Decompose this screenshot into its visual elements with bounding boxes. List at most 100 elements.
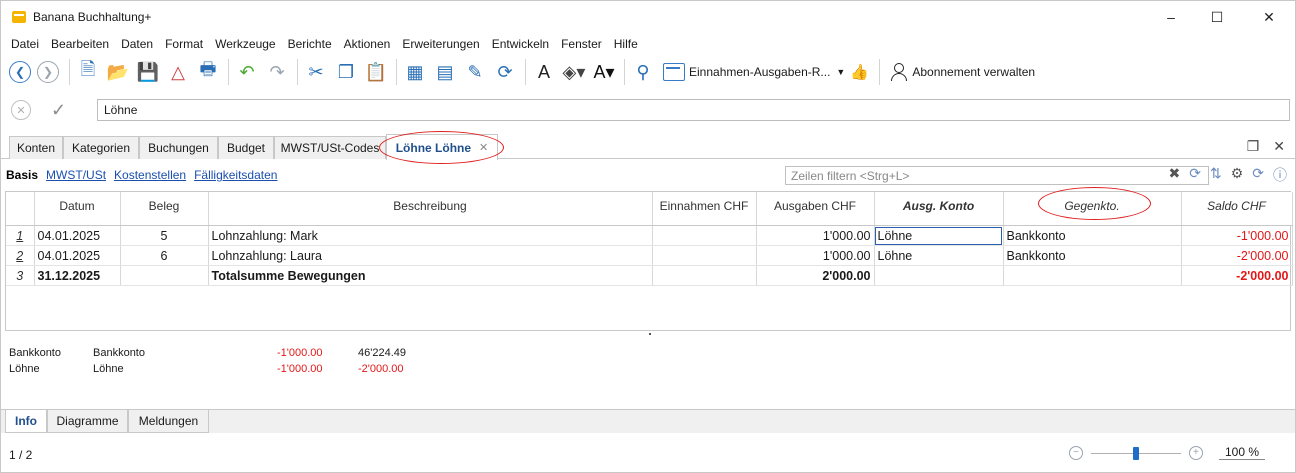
- forward-icon[interactable]: ❯: [37, 61, 59, 83]
- cancel-edit-icon[interactable]: ✕: [11, 100, 31, 120]
- table-row[interactable]: 1 04.01.2025 5 Lohnzahlung: Mark 1'000.0…: [6, 225, 1293, 246]
- menu-bearbeiten[interactable]: Bearbeiten: [45, 37, 115, 51]
- menu-entwickeln[interactable]: Entwickeln: [486, 37, 555, 51]
- zoom-out-icon[interactable]: −: [1068, 445, 1083, 460]
- insert-rows-icon[interactable]: ▤: [431, 58, 459, 86]
- cell-date[interactable]: 31.12.2025: [34, 265, 121, 286]
- view-mwst[interactable]: MWST/USt: [46, 168, 106, 182]
- copy-icon[interactable]: ❐: [332, 58, 360, 86]
- tab-mwst-codes[interactable]: MWST/USt-Codes: [274, 136, 386, 159]
- tab-budget[interactable]: Budget: [218, 136, 274, 159]
- add-row-icon[interactable]: ▦: [401, 58, 429, 86]
- recalculate-icon[interactable]: ⟳: [491, 58, 519, 86]
- cell-account[interactable]: Löhne: [874, 225, 1004, 246]
- cell-contra[interactable]: Bankkonto: [1003, 245, 1182, 266]
- row-number[interactable]: 3: [6, 265, 35, 286]
- redo-icon[interactable]: ↷: [263, 58, 291, 86]
- zoom-slider[interactable]: [1090, 446, 1181, 460]
- thumbs-up-icon[interactable]: 👍: [845, 58, 873, 86]
- cell-account[interactable]: [874, 265, 1004, 286]
- cell-date[interactable]: 04.01.2025: [34, 225, 121, 246]
- cell-balance[interactable]: -2'000.00: [1181, 245, 1293, 266]
- col-header-ausg-konto[interactable]: Ausg. Konto: [874, 192, 1004, 226]
- cell-doc[interactable]: 6: [120, 245, 209, 266]
- filter-input[interactable]: Zeilen filtern <Strg+L>: [785, 166, 1209, 185]
- tab-diagramme[interactable]: Diagramme: [47, 410, 128, 433]
- cell-income[interactable]: [652, 225, 757, 246]
- close-tab-icon[interactable]: ✕: [479, 141, 488, 154]
- zoom-slider-knob[interactable]: [1132, 446, 1139, 460]
- minimize-button[interactable]: –: [1148, 1, 1194, 33]
- print-icon[interactable]: 🖶: [194, 58, 222, 86]
- close-button[interactable]: ✕: [1246, 1, 1292, 33]
- view-basis[interactable]: Basis: [6, 168, 38, 182]
- menu-aktionen[interactable]: Aktionen: [338, 37, 397, 51]
- cell-account[interactable]: Löhne: [874, 245, 1004, 266]
- menu-daten[interactable]: Daten: [115, 37, 159, 51]
- col-header-gegenkonto[interactable]: Gegenkto.: [1003, 192, 1182, 226]
- cell-description[interactable]: Lohnzahlung: Mark: [208, 225, 653, 246]
- undo-icon[interactable]: ↶: [233, 58, 261, 86]
- search-icon[interactable]: ⚲: [629, 58, 657, 86]
- cell-income[interactable]: [652, 245, 757, 266]
- cell-edit-field[interactable]: Löhne: [97, 99, 1290, 121]
- cell-expense[interactable]: 1'000.00: [756, 245, 875, 266]
- tab-konten[interactable]: Konten: [9, 136, 63, 159]
- open-folder-icon[interactable]: 📂: [104, 58, 132, 86]
- fill-color-icon[interactable]: ◈▾: [560, 58, 588, 86]
- cell-contra[interactable]: [1003, 265, 1182, 286]
- cell-description[interactable]: Totalsumme Bewegungen: [208, 265, 653, 286]
- cell-doc[interactable]: [120, 265, 209, 286]
- menu-werkzeuge[interactable]: Werkzeuge: [209, 37, 281, 51]
- report-dropdown[interactable]: Einnahmen-Ausgaben-R... ▼: [663, 59, 845, 85]
- cell-expense[interactable]: 2'000.00: [756, 265, 875, 286]
- cut-icon[interactable]: ✂: [302, 58, 330, 86]
- save-icon[interactable]: 💾: [134, 58, 162, 86]
- edit-icon[interactable]: ✎: [461, 58, 489, 86]
- close-view-icon[interactable]: ✕: [1273, 138, 1285, 155]
- menu-datei[interactable]: Datei: [5, 37, 45, 51]
- font-icon[interactable]: A: [530, 58, 558, 86]
- tab-info[interactable]: Info: [5, 410, 47, 433]
- col-header-beleg[interactable]: Beleg: [120, 192, 209, 226]
- table-row-total[interactable]: 3 31.12.2025 Totalsumme Bewegungen 2'000…: [6, 265, 1293, 286]
- cell-contra[interactable]: Bankkonto: [1003, 225, 1182, 246]
- row-number[interactable]: 2: [6, 245, 35, 266]
- menu-format[interactable]: Format: [159, 37, 209, 51]
- col-header-beschreibung[interactable]: Beschreibung: [208, 192, 653, 226]
- col-header-einnahmen[interactable]: Einnahmen CHF: [652, 192, 757, 226]
- zoom-level[interactable]: 100 %: [1218, 445, 1265, 460]
- pdf-icon[interactable]: △: [164, 58, 192, 86]
- clear-filter-icon[interactable]: ✖: [1169, 165, 1181, 185]
- menu-fenster[interactable]: Fenster: [555, 37, 608, 51]
- splitter-handle[interactable]: [649, 333, 651, 335]
- cell-description[interactable]: Lohnzahlung: Laura: [208, 245, 653, 266]
- cell-expense[interactable]: 1'000.00: [756, 225, 875, 246]
- menu-hilfe[interactable]: Hilfe: [608, 37, 644, 51]
- settings-icon[interactable]: ⚙: [1231, 165, 1244, 185]
- col-header-datum[interactable]: Datum: [34, 192, 121, 226]
- help-icon[interactable]: ⓘ: [1273, 165, 1287, 185]
- view-kostenstellen[interactable]: Kostenstellen: [114, 168, 186, 182]
- zoom-in-icon[interactable]: +: [1188, 445, 1203, 460]
- back-icon[interactable]: ❮: [9, 61, 31, 83]
- sort-icon[interactable]: ⇅: [1210, 165, 1222, 185]
- view-faelligkeitsdaten[interactable]: Fälligkeitsdaten: [194, 168, 277, 182]
- paste-icon[interactable]: 📋: [362, 58, 390, 86]
- maximize-button[interactable]: ☐: [1194, 1, 1240, 33]
- tab-kategorien[interactable]: Kategorien: [63, 136, 139, 159]
- recalc-icon[interactable]: ⟳: [1252, 165, 1264, 185]
- tab-loehne[interactable]: Löhne Löhne ✕: [386, 134, 498, 160]
- confirm-edit-icon[interactable]: ✓: [51, 100, 66, 121]
- cell-date[interactable]: 04.01.2025: [34, 245, 121, 266]
- cell-balance[interactable]: -2'000.00: [1181, 265, 1293, 286]
- subscription-button[interactable]: Abonnement verwalten: [890, 63, 1035, 81]
- col-header-ausgaben[interactable]: Ausgaben CHF: [756, 192, 875, 226]
- tab-buchungen[interactable]: Buchungen: [139, 136, 218, 159]
- new-file-icon[interactable]: 🗎: [74, 58, 102, 86]
- row-number[interactable]: 1: [6, 225, 35, 246]
- table-row[interactable]: 2 04.01.2025 6 Lohnzahlung: Laura 1'000.…: [6, 245, 1293, 266]
- tab-meldungen[interactable]: Meldungen: [128, 410, 209, 433]
- refresh-filter-icon[interactable]: ⟳: [1189, 165, 1201, 185]
- col-header-saldo[interactable]: Saldo CHF: [1181, 192, 1293, 226]
